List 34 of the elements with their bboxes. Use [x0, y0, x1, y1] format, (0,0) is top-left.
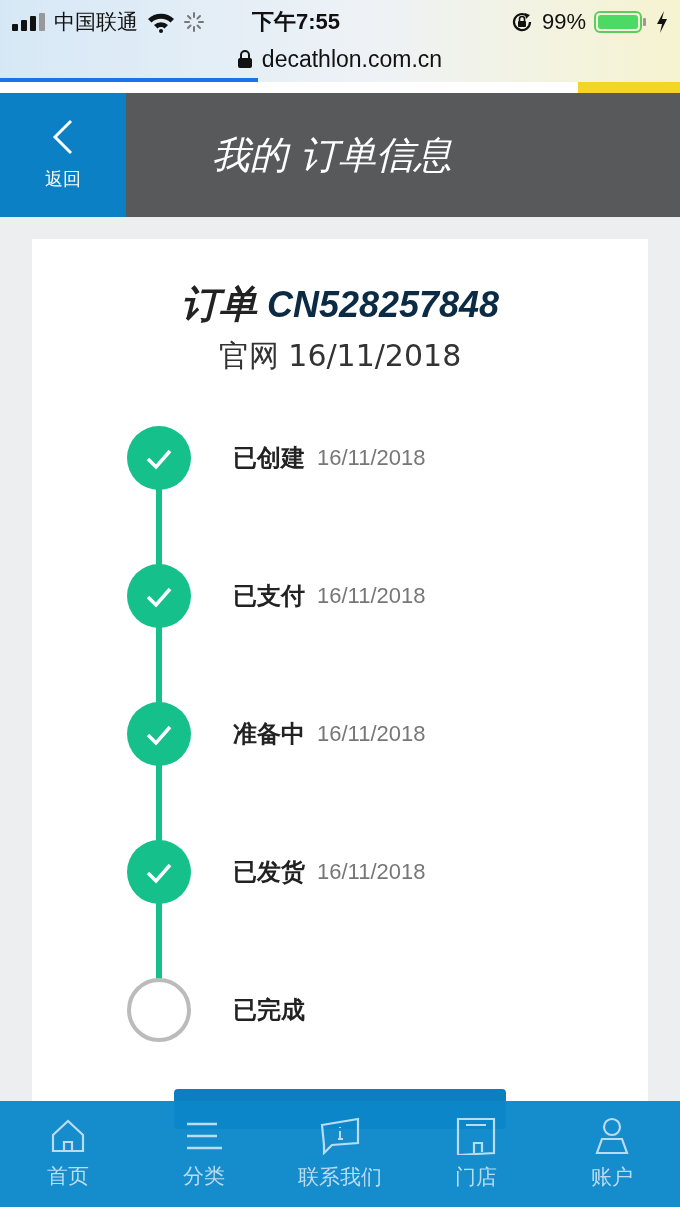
nav-tab[interactable]: 账户 [552, 1117, 672, 1191]
page-title: 我的 订单信息 [212, 131, 453, 179]
battery-percent: 99% [541, 9, 586, 35]
loading-icon [184, 12, 204, 32]
carrier-name: 中国联通 [54, 9, 138, 36]
order-source-date: 官网 16/11/2018 [218, 337, 462, 375]
charging-icon [656, 11, 668, 33]
url-text[interactable]: decathlon.com.cn [261, 45, 443, 73]
back-button[interactable]: 返回 [0, 93, 126, 217]
nav-tab[interactable]: 联系我们 [280, 1117, 400, 1191]
order-label: 订单 [180, 281, 257, 328]
nav-tab[interactable]: 分类 [144, 1118, 264, 1190]
signal-icon [12, 13, 46, 31]
wifi-icon [146, 11, 176, 33]
step-label: 已完成 [233, 995, 305, 1026]
info-bubble-icon [320, 1117, 360, 1155]
step-date: 16/11/2018 [317, 721, 426, 747]
order-number: CN528257848 [266, 284, 500, 326]
step-label: 已发货 [233, 857, 305, 888]
lock-icon [237, 50, 252, 68]
home-icon [50, 1118, 86, 1154]
store-icon [456, 1117, 496, 1155]
step-date: 16/11/2018 [317, 859, 426, 885]
step-label: 已支付 [233, 581, 305, 612]
step-date: 16/11/2018 [317, 583, 426, 609]
nav-tab[interactable]: 门店 [416, 1117, 536, 1191]
step-label: 准备中 [233, 719, 305, 750]
step-label: 已创建 [233, 443, 305, 474]
back-chevron-icon [52, 119, 74, 155]
nav-tab[interactable]: 首页 [8, 1118, 128, 1190]
step-date: 16/11/2018 [317, 445, 426, 471]
user-icon [595, 1117, 629, 1155]
battery-icon [594, 10, 648, 34]
clock-time: 下午7:55 [252, 8, 341, 36]
